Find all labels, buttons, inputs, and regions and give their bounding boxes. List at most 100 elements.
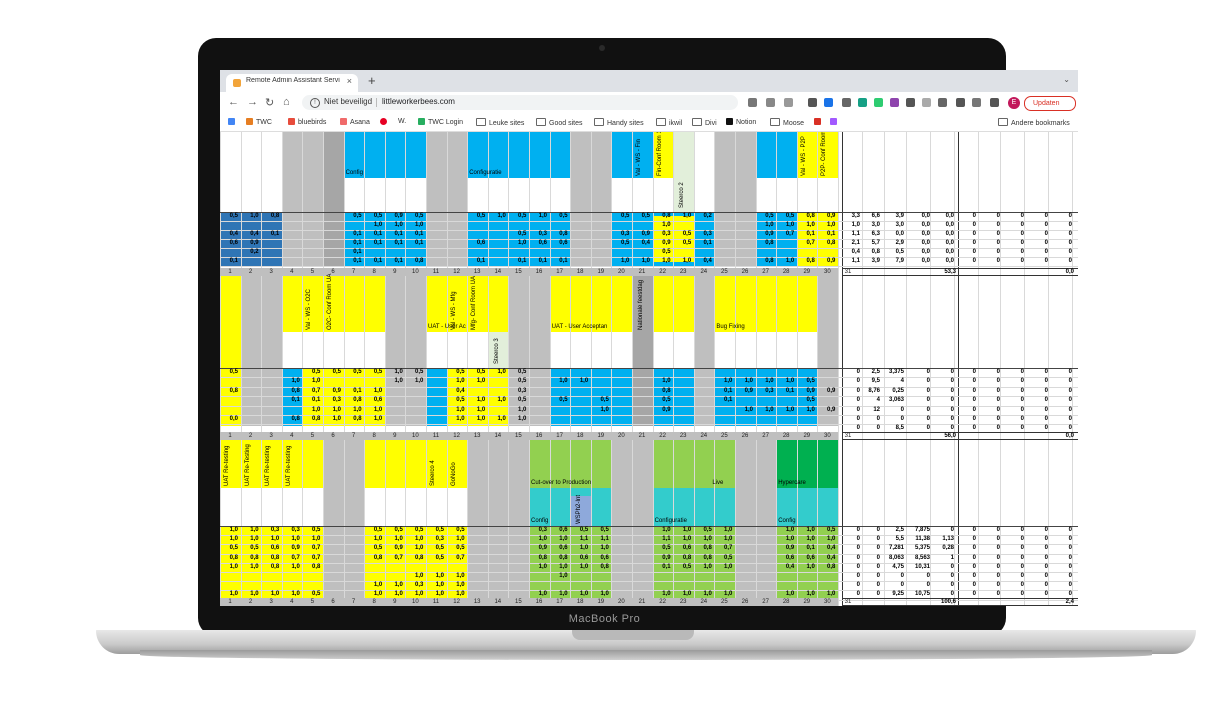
summary-value: 0 (996, 249, 1000, 255)
summary-value: 6,6 (871, 213, 880, 219)
figma-icon[interactable] (830, 118, 840, 126)
close-icon[interactable]: × (347, 76, 352, 86)
cell-value: 0,3 (291, 527, 300, 533)
translate-icon[interactable] (748, 98, 757, 107)
back-icon[interactable]: ← (228, 96, 239, 108)
cell-value: 1,0 (724, 378, 733, 385)
milestone-label: Fin-Conf Room 1 (656, 132, 663, 176)
cell-value: 0,5 (435, 545, 444, 552)
cell-value: 0,5 (518, 213, 527, 219)
apps-icon[interactable] (228, 118, 238, 126)
cell-value: 0,8 (806, 213, 815, 219)
cell-value: 0,8 (765, 258, 774, 264)
day-number: 30 (824, 599, 831, 605)
address-bar[interactable]: ! Niet beveiligd littleworkerbees.com (302, 95, 738, 110)
bookmark-label: Good sites (549, 120, 583, 127)
bookmark-other[interactable]: Andere bookmarks (998, 118, 1070, 127)
summary-value: 0 (972, 369, 976, 375)
cell-value: 1,0 (559, 591, 568, 598)
new-tab-icon[interactable]: + (368, 73, 376, 88)
extension-new-icon[interactable] (824, 98, 833, 107)
bookmark-handy-sites[interactable]: Handy sites (594, 118, 644, 127)
chevron-down-icon[interactable]: ⌄ (1063, 75, 1070, 84)
summary-value: 0 (1044, 369, 1048, 375)
bookmark-leuke-sites[interactable]: Leuke sites (476, 118, 524, 127)
day-number: 20 (618, 269, 625, 275)
bookmark-divi[interactable]: Divi (692, 118, 717, 127)
cell-value: 1,0 (827, 591, 836, 598)
day-number: 7 (351, 433, 356, 439)
bookmark-good-sites[interactable]: Good sites (536, 118, 582, 127)
cell-value: 1,0 (785, 527, 795, 533)
sidebar-icon[interactable] (990, 98, 999, 107)
cell-value: 0,5 (456, 545, 465, 552)
cell-value: 0,5 (682, 240, 692, 246)
media-icon[interactable] (972, 98, 981, 107)
summary-value: 0 (876, 554, 880, 561)
day-number: 10 (412, 269, 419, 275)
summary-value: 0 (1068, 213, 1072, 219)
cell-value: 0,4 (250, 231, 259, 237)
day-number: 9 (393, 433, 397, 439)
gmail-icon[interactable] (814, 118, 824, 126)
extension-icon[interactable] (890, 98, 899, 107)
extension-icon[interactable] (906, 98, 915, 107)
browser-tab[interactable]: Remote Admin Assistant Servi × (226, 74, 358, 92)
cell-value: 0,8 (682, 554, 692, 561)
star-icon[interactable] (784, 98, 793, 107)
bookmark-label: Andere bookmarks (1011, 120, 1070, 127)
camera-ext-icon[interactable] (842, 98, 851, 107)
day-number: 5 (310, 269, 315, 275)
spreadsheet-grid[interactable]: 0,5 1,0 0,8 0,5 0,5 0,9 0,5 0,5 1,0 0,5 1,0 0,5 0,5 0… (220, 132, 1078, 606)
extension-icon[interactable] (858, 98, 867, 107)
summary-value: 5,5 (895, 536, 904, 543)
bookmark-bluebirds[interactable]: bluebirds (288, 118, 326, 126)
forward-icon[interactable]: → (247, 96, 258, 108)
cell-value: 0,5 (415, 369, 424, 375)
cell-value: 1,0 (373, 387, 383, 394)
bookmark-ikwil[interactable]: ikwil (656, 118, 682, 127)
cell-value: 0,5 (312, 527, 321, 533)
day-number: 16 (535, 269, 543, 275)
cell-value: 0,4 (703, 258, 712, 264)
cell-value: 0,6 (559, 527, 568, 533)
cell-value: 1,0 (394, 369, 403, 375)
bookmark-twc[interactable]: TWC (246, 118, 272, 126)
reload-icon[interactable]: ↻ (265, 96, 274, 109)
screenshot-icon[interactable] (808, 98, 817, 107)
extension-icon[interactable] (938, 98, 947, 107)
cell-value: 1,0 (682, 527, 692, 533)
bookmark-w[interactable]: W. (398, 118, 406, 125)
bookmark-pinterest[interactable] (380, 118, 390, 126)
bookmark-asana[interactable]: Asana (340, 118, 370, 126)
cell-value: 0,5 (600, 397, 609, 404)
day-number: 22 (659, 433, 666, 439)
cell-value: 0,7 (394, 554, 403, 561)
cell-value: 0,8 (270, 563, 280, 570)
cell-value: 0,9 (765, 231, 774, 237)
extension-icon[interactable] (922, 98, 931, 107)
day-number: 20 (618, 433, 625, 439)
cell-value: 0,0 (229, 416, 238, 422)
puzzle-icon[interactable] (956, 98, 965, 107)
summary-value: 1,13 (942, 536, 954, 543)
cell-value: 1,0 (312, 378, 321, 385)
cell-value: 0,1 (785, 387, 795, 394)
summary-value: 0 (1044, 222, 1048, 228)
day-number: 16 (535, 599, 543, 605)
laptop-base-shadow (140, 650, 1152, 660)
day-number: 8 (372, 599, 376, 605)
bookmark-notion[interactable]: Notion (726, 118, 756, 126)
bookmark-moose[interactable]: Moose (770, 118, 804, 127)
summary-value: 0,0 (921, 222, 930, 228)
cell-value: 0,8 (827, 563, 836, 570)
home-icon[interactable]: ⌂ (283, 96, 290, 108)
share-icon[interactable] (766, 98, 775, 107)
avatar[interactable]: E (1008, 97, 1020, 109)
summary-value: 0 (996, 545, 1000, 552)
summary-value: 0 (856, 378, 860, 385)
update-button[interactable]: Updaten (1024, 96, 1076, 111)
bookmark-twc-login[interactable]: TWC Login (418, 118, 463, 126)
extension-icon[interactable] (874, 98, 883, 107)
summary-value: 0 (1044, 527, 1048, 533)
